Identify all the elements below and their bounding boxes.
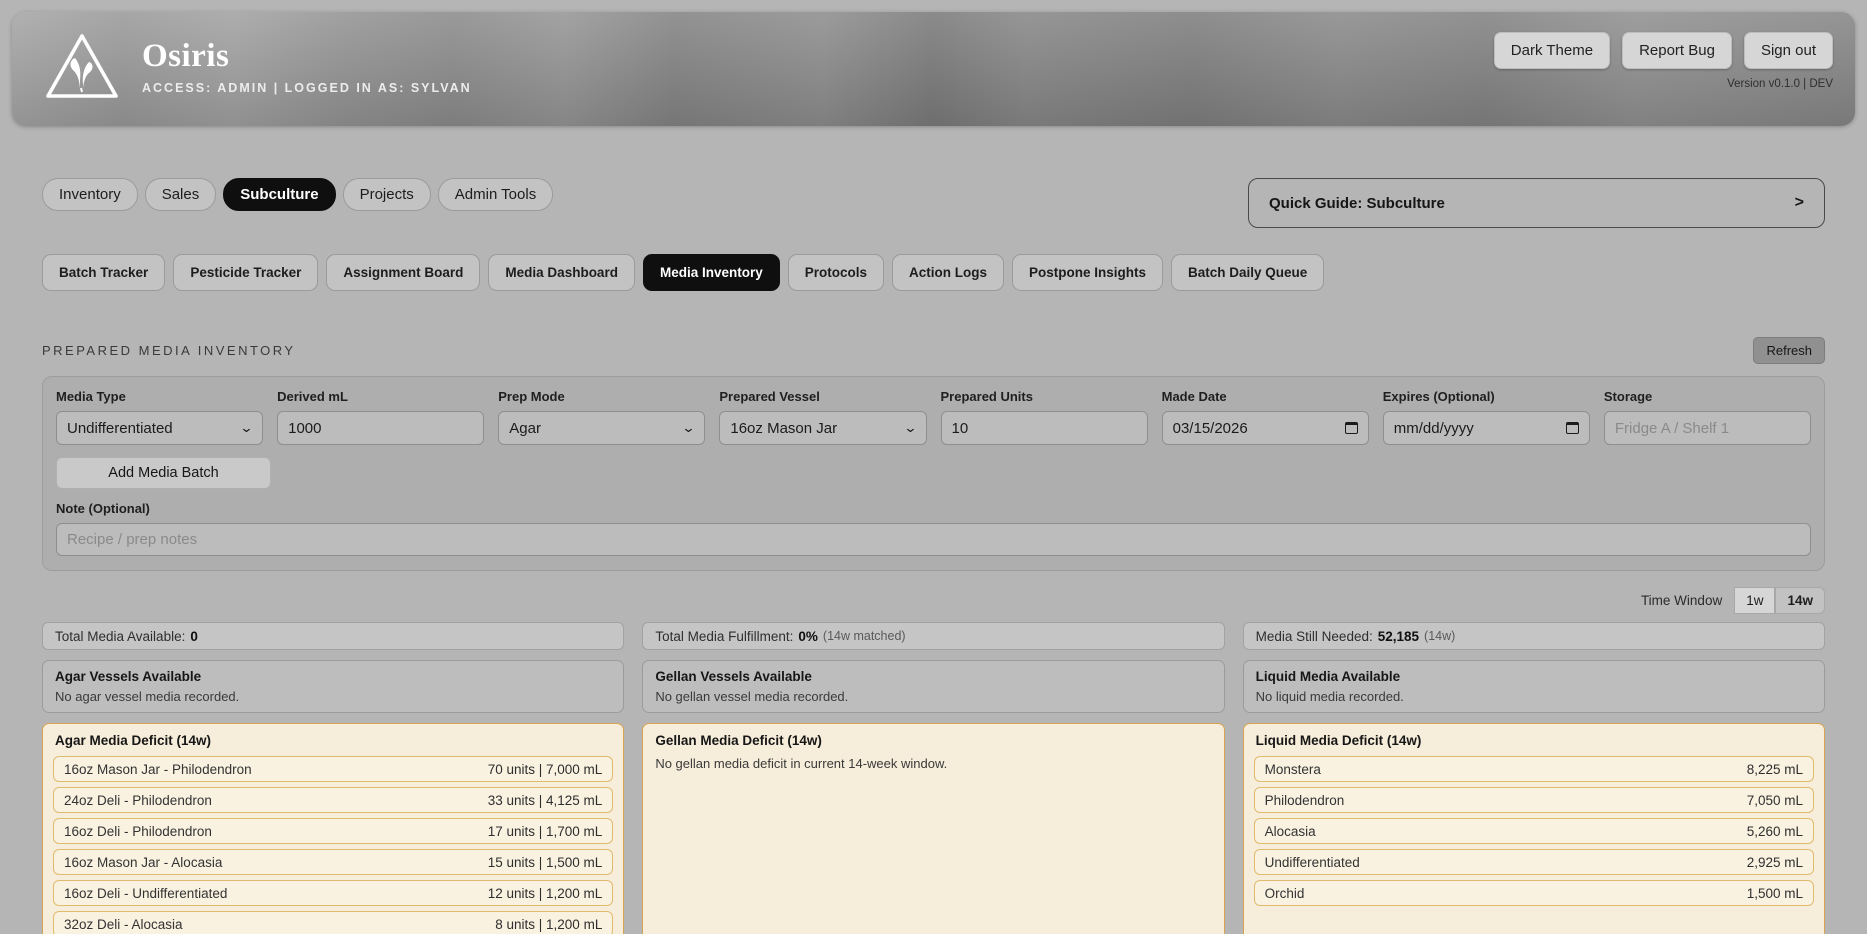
chevron-right-icon: > bbox=[1795, 194, 1804, 212]
sub-tab[interactable]: Batch Daily Queue bbox=[1171, 254, 1324, 291]
app-title: Osiris bbox=[142, 38, 472, 75]
prep-mode-select[interactable]: Agar ⌄ bbox=[498, 411, 705, 445]
quick-guide-label: Quick Guide: Subculture bbox=[1269, 195, 1445, 212]
expires-input[interactable]: mm/dd/yyyy bbox=[1383, 411, 1590, 445]
liquid-deficit-panel: Liquid Media Deficit (14w) Monstera 8,22… bbox=[1243, 723, 1825, 934]
summary-bar: Total Media Available: 0 bbox=[42, 622, 624, 650]
agar-deficit-list: 16oz Mason Jar - Philodendron 70 units |… bbox=[53, 756, 613, 934]
summary-bar: Total Media Fulfillment: 0% (14w matched… bbox=[642, 622, 1224, 650]
time-window-toggle: 1w14w bbox=[1734, 587, 1825, 614]
deficit-row: Philodendron 7,050 mL bbox=[1254, 787, 1814, 813]
availability-panels: Agar Vessels Available No agar vessel me… bbox=[42, 660, 1825, 713]
calendar-icon bbox=[1566, 422, 1579, 434]
main-tab[interactable]: Inventory bbox=[42, 178, 138, 211]
calendar-icon bbox=[1345, 422, 1358, 434]
availability-panel: Liquid Media Available No liquid media r… bbox=[1243, 660, 1825, 713]
note-input[interactable] bbox=[56, 523, 1811, 556]
prepared-units-label: Prepared Units bbox=[941, 389, 1148, 404]
deficit-row: 32oz Deli - Alocasia 8 units | 1,200 mL bbox=[53, 911, 613, 934]
deficit-row: 16oz Mason Jar - Philodendron 70 units |… bbox=[53, 756, 613, 782]
sub-tabs: Batch TrackerPesticide TrackerAssignment… bbox=[42, 254, 1825, 291]
header-buttons: Dark Theme Report Bug Sign out bbox=[1494, 32, 1833, 69]
storage-input[interactable] bbox=[1604, 411, 1811, 445]
liquid-deficit-title: Liquid Media Deficit (14w) bbox=[1254, 733, 1814, 748]
note-label: Note (Optional) bbox=[56, 501, 1811, 516]
prepared-media-form: Media Type Undifferentiated ⌄ Derived mL… bbox=[42, 376, 1825, 571]
version-text: Version v0.1.0 | DEV bbox=[1494, 78, 1833, 90]
media-type-label: Media Type bbox=[56, 389, 263, 404]
deficit-row: 16oz Mason Jar - Alocasia 15 units | 1,5… bbox=[53, 849, 613, 875]
summary-bars: Total Media Available: 0 Total Media Ful… bbox=[42, 622, 1825, 650]
agar-deficit-title: Agar Media Deficit (14w) bbox=[53, 733, 613, 748]
deficit-row: 24oz Deli - Philodendron 33 units | 4,12… bbox=[53, 787, 613, 813]
sub-tab[interactable]: Assignment Board bbox=[326, 254, 480, 291]
access-line: ACCESS: ADMIN | LOGGED IN AS: SYLVAN bbox=[142, 81, 472, 95]
header-button[interactable]: Dark Theme bbox=[1494, 32, 1610, 69]
time-window-option[interactable]: 14w bbox=[1775, 587, 1825, 614]
gellan-deficit-panel: Gellan Media Deficit (14w) No gellan med… bbox=[642, 723, 1224, 934]
liquid-deficit-list: Monstera 8,225 mL Philodendron 7,050 mL … bbox=[1254, 756, 1814, 906]
sub-tab[interactable]: Protocols bbox=[788, 254, 884, 291]
osiris-logo-icon bbox=[42, 30, 122, 102]
header-button[interactable]: Report Bug bbox=[1622, 32, 1732, 69]
main-tab[interactable]: Sales bbox=[145, 178, 217, 211]
sub-tab[interactable]: Batch Tracker bbox=[42, 254, 165, 291]
header-button[interactable]: Sign out bbox=[1744, 32, 1833, 69]
expires-label: Expires (Optional) bbox=[1383, 389, 1590, 404]
refresh-button[interactable]: Refresh bbox=[1753, 337, 1825, 364]
deficit-row: Orchid 1,500 mL bbox=[1254, 880, 1814, 906]
quick-guide-button[interactable]: Quick Guide: Subculture > bbox=[1248, 178, 1825, 228]
header-banner: Osiris ACCESS: ADMIN | LOGGED IN AS: SYL… bbox=[12, 12, 1855, 126]
chevron-down-icon: ⌄ bbox=[240, 420, 254, 436]
gellan-deficit-empty: No gellan media deficit in current 14-we… bbox=[653, 756, 1213, 771]
main-tab[interactable]: Subculture bbox=[223, 178, 335, 211]
section-title: PREPARED MEDIA INVENTORY bbox=[42, 343, 296, 358]
made-date-label: Made Date bbox=[1162, 389, 1369, 404]
time-window-option[interactable]: 1w bbox=[1734, 587, 1775, 614]
prepared-units-input[interactable] bbox=[941, 411, 1148, 445]
deficit-row: Monstera 8,225 mL bbox=[1254, 756, 1814, 782]
sub-tab[interactable]: Media Dashboard bbox=[488, 254, 635, 291]
main-tabs: InventorySalesSubcultureProjectsAdmin To… bbox=[42, 178, 553, 211]
prep-mode-label: Prep Mode bbox=[498, 389, 705, 404]
deficit-row: Undifferentiated 2,925 mL bbox=[1254, 849, 1814, 875]
availability-panel: Gellan Vessels Available No gellan vesse… bbox=[642, 660, 1224, 713]
derived-ml-label: Derived mL bbox=[277, 389, 484, 404]
made-date-input[interactable]: 03/15/2026 bbox=[1162, 411, 1369, 445]
time-window-label: Time Window bbox=[1641, 593, 1722, 608]
sub-tab[interactable]: Pesticide Tracker bbox=[173, 254, 318, 291]
deficit-row: 16oz Deli - Undifferentiated 12 units | … bbox=[53, 880, 613, 906]
derived-ml-input[interactable] bbox=[277, 411, 484, 445]
chevron-down-icon: ⌄ bbox=[682, 420, 696, 436]
prepared-vessel-select[interactable]: 16oz Mason Jar ⌄ bbox=[719, 411, 926, 445]
availability-panel: Agar Vessels Available No agar vessel me… bbox=[42, 660, 624, 713]
add-media-batch-button[interactable]: Add Media Batch bbox=[56, 457, 271, 489]
summary-bar: Media Still Needed: 52,185 (14w) bbox=[1243, 622, 1825, 650]
sub-tab[interactable]: Postpone Insights bbox=[1012, 254, 1163, 291]
agar-deficit-panel: Agar Media Deficit (14w) 16oz Mason Jar … bbox=[42, 723, 624, 934]
gellan-deficit-title: Gellan Media Deficit (14w) bbox=[653, 733, 1213, 748]
main-tab[interactable]: Projects bbox=[343, 178, 431, 211]
prepared-vessel-label: Prepared Vessel bbox=[719, 389, 926, 404]
sub-tab[interactable]: Media Inventory bbox=[643, 254, 780, 291]
main-tab[interactable]: Admin Tools bbox=[438, 178, 553, 211]
sub-tab[interactable]: Action Logs bbox=[892, 254, 1004, 291]
deficit-row: 16oz Deli - Philodendron 17 units | 1,70… bbox=[53, 818, 613, 844]
storage-label: Storage bbox=[1604, 389, 1811, 404]
media-type-select[interactable]: Undifferentiated ⌄ bbox=[56, 411, 263, 445]
chevron-down-icon: ⌄ bbox=[903, 420, 917, 436]
deficit-row: Alocasia 5,260 mL bbox=[1254, 818, 1814, 844]
